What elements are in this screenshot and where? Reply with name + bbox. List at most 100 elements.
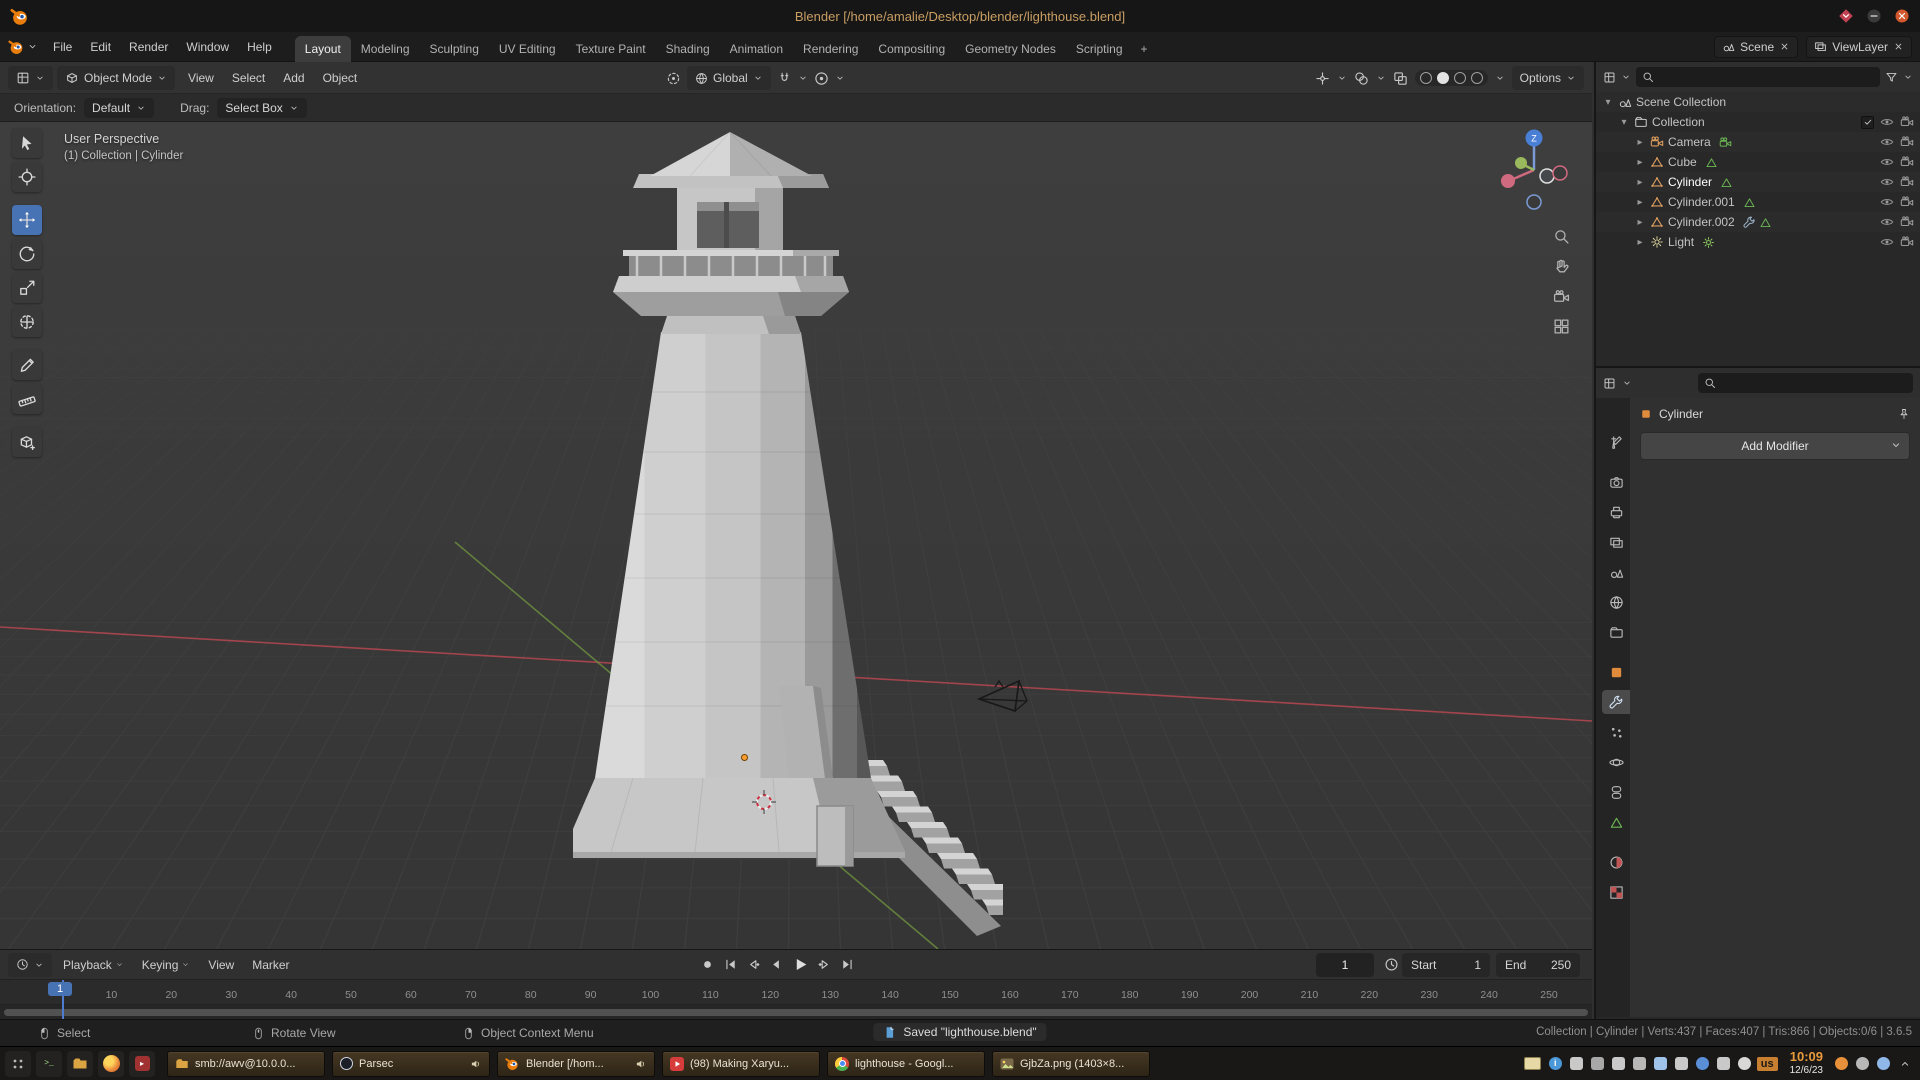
frame-tick[interactable]: 100 xyxy=(642,989,660,1001)
frame-tick[interactable]: 30 xyxy=(225,989,237,1001)
timeline-track[interactable] xyxy=(0,1005,1592,1019)
launcher-terminal[interactable]: >_ xyxy=(36,1050,62,1077)
workspace-tab-compositing[interactable]: Compositing xyxy=(868,36,955,62)
lighthouse-model[interactable] xyxy=(573,130,1003,940)
tray-cloud[interactable] xyxy=(1737,1057,1751,1070)
outliner-row-collection[interactable]: ▾ Collection xyxy=(1596,112,1920,132)
outliner-row-cube[interactable]: ▸ Cube xyxy=(1596,152,1920,172)
shading-solid-icon[interactable] xyxy=(1436,72,1449,84)
tray-expand[interactable] xyxy=(1898,1057,1911,1070)
play-reverse-button[interactable] xyxy=(769,957,784,972)
launcher-files[interactable] xyxy=(67,1050,93,1077)
disclosure-toggle[interactable]: ▸ xyxy=(1634,237,1646,248)
taskbar-window-smb-awv-10[interactable]: smb://awv@10.0.0... xyxy=(167,1050,325,1077)
camera-visibility-icon[interactable] xyxy=(1900,115,1914,129)
jump-to-start-button[interactable] xyxy=(723,957,738,972)
properties-tab-output[interactable] xyxy=(1602,500,1630,524)
tool-rotate-button[interactable] xyxy=(12,239,42,269)
editor-type-button[interactable] xyxy=(8,65,53,90)
pan-hand-icon[interactable] xyxy=(1553,258,1570,275)
xray-toggle-icon[interactable] xyxy=(1393,71,1408,86)
pin-icon[interactable] xyxy=(1898,408,1910,420)
ortho-toggle-icon[interactable] xyxy=(1553,318,1570,335)
frame-start-field[interactable]: Start 1 xyxy=(1402,953,1490,977)
scene-selector[interactable]: Scene xyxy=(1714,35,1799,58)
orientation-dropdown[interactable]: Global xyxy=(687,66,771,90)
frame-tick[interactable]: 250 xyxy=(1540,989,1558,1001)
pivot-point-icon[interactable] xyxy=(666,71,681,86)
viewport-menu-view[interactable]: View xyxy=(179,67,223,89)
timeline-menu-marker[interactable]: Marker xyxy=(243,954,298,976)
tray-screenshot[interactable] xyxy=(1590,1057,1604,1070)
frame-tick[interactable]: 170 xyxy=(1061,989,1079,1001)
tray-shield[interactable] xyxy=(1877,1057,1890,1070)
unlink-viewlayer-icon[interactable] xyxy=(1893,41,1904,52)
viewport-menu-select[interactable]: Select xyxy=(223,67,274,89)
workspace-tab-geometry-nodes[interactable]: Geometry Nodes xyxy=(955,36,1066,62)
eye-icon[interactable] xyxy=(1880,135,1894,149)
eye-icon[interactable] xyxy=(1880,195,1894,209)
tray-bluetooth[interactable] xyxy=(1695,1057,1709,1070)
shading-wireframe-icon[interactable] xyxy=(1419,72,1432,84)
properties-tab-view-layer[interactable] xyxy=(1602,530,1630,554)
gizmo-x-negative[interactable] xyxy=(1552,165,1568,181)
camera-object[interactable] xyxy=(975,677,1033,721)
menu-edit[interactable]: Edit xyxy=(81,36,120,58)
disclosure-toggle[interactable]: ▸ xyxy=(1634,217,1646,228)
camera-visibility-icon[interactable] xyxy=(1900,175,1914,189)
checkbox-icon[interactable] xyxy=(1861,115,1874,129)
frame-tick[interactable]: 40 xyxy=(285,989,297,1001)
snap-options-chevron-icon[interactable] xyxy=(798,73,808,83)
viewport-3d[interactable]: User Perspective (1) Collection | Cylind… xyxy=(0,122,1592,949)
workspace-tab-sculpting[interactable]: Sculpting xyxy=(420,36,489,62)
viewlayer-selector[interactable]: ViewLayer xyxy=(1806,35,1912,58)
launcher-media-player[interactable]: ▸ xyxy=(129,1050,155,1077)
mode-dropdown[interactable]: Object Mode xyxy=(57,65,176,90)
outliner-item-label[interactable]: Camera xyxy=(1668,135,1711,149)
outliner-item-label[interactable]: Cylinder.001 xyxy=(1668,195,1735,209)
outliner-row-light[interactable]: ▸ Light xyxy=(1596,232,1920,252)
frame-tick[interactable]: 20 xyxy=(165,989,177,1001)
frame-tick[interactable]: 140 xyxy=(881,989,899,1001)
properties-tab-object[interactable] xyxy=(1602,660,1630,684)
properties-tab-collection[interactable] xyxy=(1602,620,1630,644)
frame-tick[interactable]: 210 xyxy=(1301,989,1319,1001)
workspace-tab-scripting[interactable]: Scripting xyxy=(1066,36,1133,62)
tray-volume[interactable] xyxy=(1611,1057,1625,1070)
chevron-down-icon[interactable] xyxy=(1621,72,1631,82)
outliner-item-label[interactable]: Cylinder.002 xyxy=(1668,215,1735,229)
proportional-edit-icon[interactable] xyxy=(814,71,829,86)
tool-move-button[interactable] xyxy=(12,205,42,235)
eye-icon[interactable] xyxy=(1880,175,1894,189)
app-menu-button[interactable] xyxy=(8,38,38,55)
eye-icon[interactable] xyxy=(1880,215,1894,229)
tray-pause[interactable] xyxy=(1632,1057,1646,1070)
frame-tick[interactable]: 110 xyxy=(702,989,719,1001)
workspace-tab-shading[interactable]: Shading xyxy=(656,36,720,62)
frame-tick[interactable]: 60 xyxy=(405,989,417,1001)
tool-cursor-button[interactable] xyxy=(12,162,42,192)
shading-rendered-icon[interactable] xyxy=(1470,72,1483,84)
properties-search-input[interactable] xyxy=(1698,373,1913,393)
minimize-button[interactable] xyxy=(1866,8,1882,24)
play-button[interactable] xyxy=(792,956,809,973)
tray-battery[interactable] xyxy=(1716,1057,1730,1070)
frame-tick[interactable]: 10 xyxy=(106,989,118,1001)
record-button[interactable] xyxy=(700,957,715,972)
proportional-options-chevron-icon[interactable] xyxy=(835,73,845,83)
launcher-firefox[interactable] xyxy=(98,1050,124,1077)
playhead-frame-badge[interactable]: 1 xyxy=(48,982,73,996)
window-shade-button[interactable] xyxy=(1838,8,1854,24)
outliner-editor-type-icon[interactable] xyxy=(1603,71,1616,84)
frame-tick[interactable]: 240 xyxy=(1480,989,1498,1001)
taskbar-window-gjbza-png-1[interactable]: GjbZa.png (1403×8... xyxy=(992,1050,1150,1077)
frame-tick[interactable]: 70 xyxy=(465,989,477,1001)
workspace-tab-modeling[interactable]: Modeling xyxy=(351,36,420,62)
taskbar-window-blender-ho[interactable]: Blender [/hom... xyxy=(497,1050,655,1077)
outliner-item-label[interactable]: Cube xyxy=(1668,155,1697,169)
menu-render[interactable]: Render xyxy=(120,36,177,58)
outliner-item-label[interactable]: Scene Collection xyxy=(1636,95,1726,109)
timeline-menu-keying[interactable]: Keying xyxy=(133,954,200,976)
menu-window[interactable]: Window xyxy=(177,36,238,58)
frame-tick[interactable]: 50 xyxy=(345,989,357,1001)
